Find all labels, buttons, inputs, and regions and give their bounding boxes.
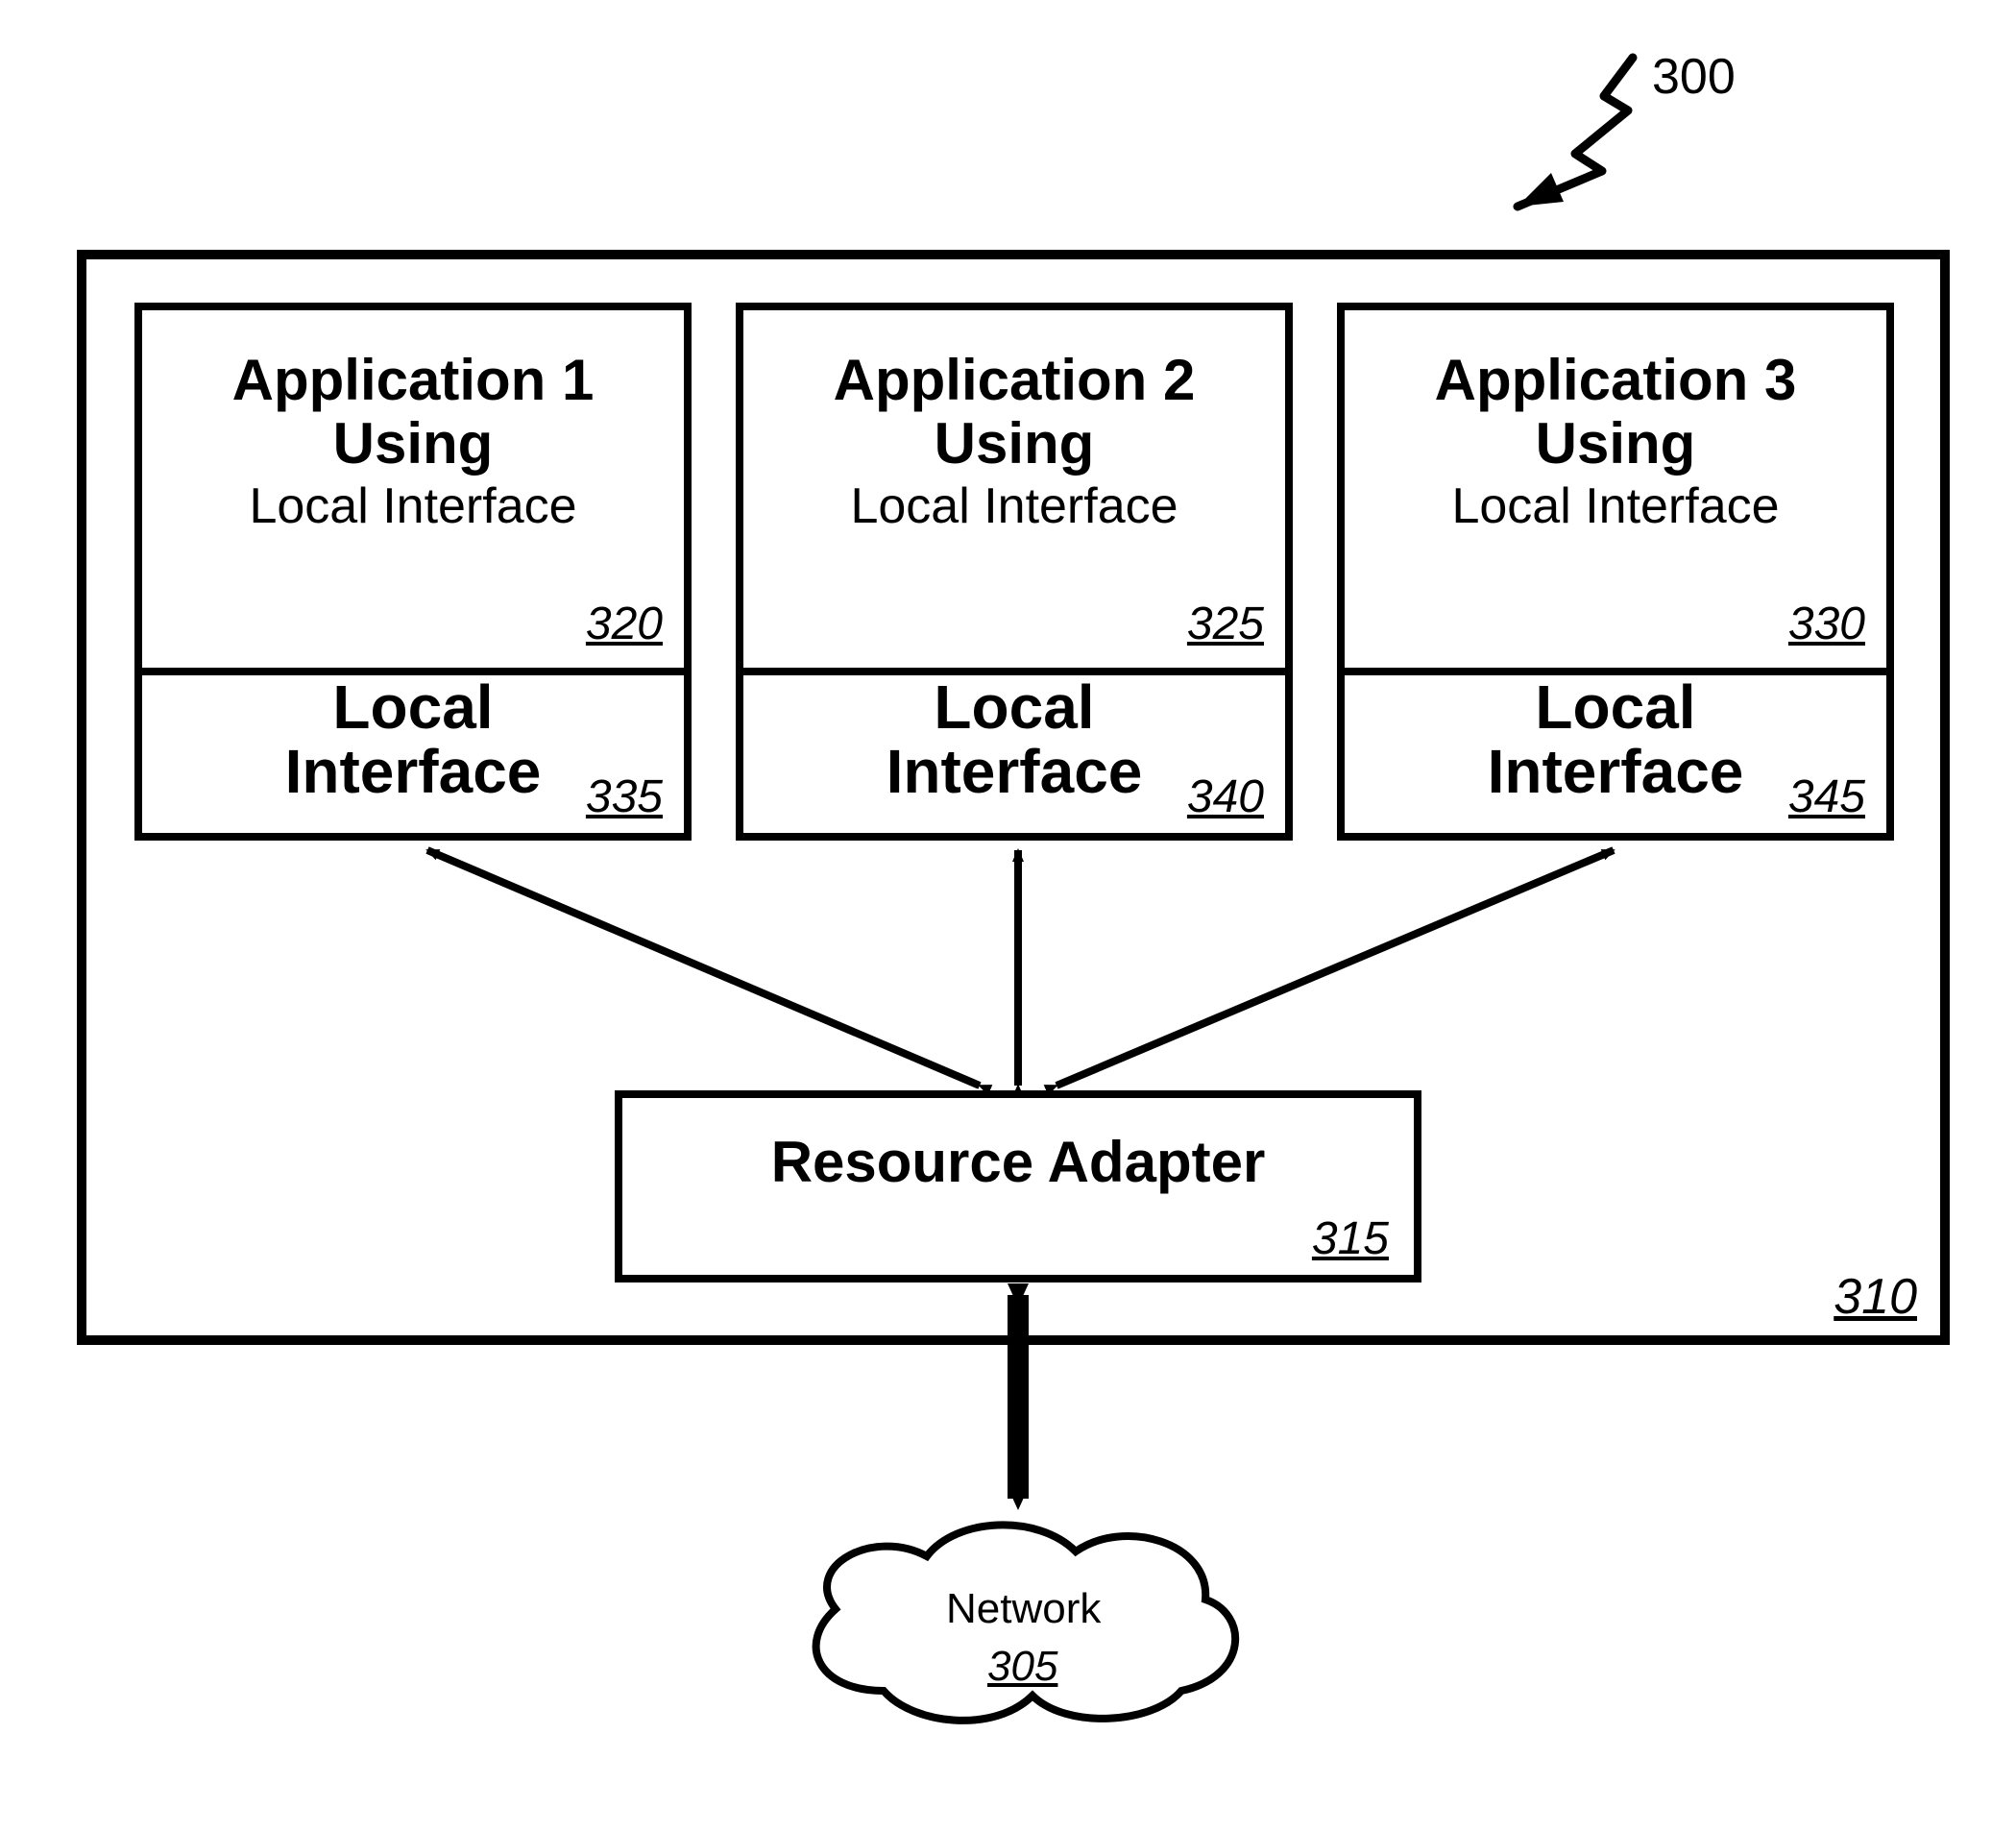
app3-title-line2: Using [1536,411,1696,476]
app2-title-line1: Application 2 [834,348,1196,412]
app2-title: Application 2 Using Local Interface [743,349,1285,534]
app3-subtitle: Local Interface [1345,479,1886,534]
app3-local-ref: 345 [1788,770,1865,823]
app-box-2: Application 2 Using Local Interface 325 … [736,303,1293,841]
app2-title-line2: Using [935,411,1095,476]
app1-title: Application 1 Using Local Interface [142,349,684,534]
app3-title: Application 3 Using Local Interface [1345,349,1886,534]
resource-adapter-box: Resource Adapter 315 [615,1090,1421,1282]
network-ref: 305 [987,1643,1057,1691]
app2-ref: 325 [1187,598,1264,650]
app1-title-line1: Application 1 [232,348,595,412]
network-label: Network [946,1585,1100,1633]
app1-ref: 320 [586,598,663,650]
container-ref: 310 [1834,1268,1917,1326]
app-box-3: Application 3 Using Local Interface 330 … [1337,303,1894,841]
app3-ref: 330 [1788,598,1865,650]
figure-ref-main: 300 [1652,48,1736,106]
diagram-stage: 300 310 Application 1 Using Local Interf… [0,0,2016,1832]
app1-local-ref: 335 [586,770,663,823]
app2-subtitle: Local Interface [743,479,1285,534]
app2-local-ref: 340 [1187,770,1264,823]
app1-title-line2: Using [333,411,494,476]
app1-subtitle: Local Interface [142,479,684,534]
app3-title-line1: Application 3 [1435,348,1797,412]
app-box-1: Application 1 Using Local Interface 320 … [134,303,692,841]
adapter-ref: 315 [1312,1212,1389,1265]
adapter-label: Resource Adapter [622,1129,1414,1195]
ref-arrow-icon [1460,38,1671,231]
